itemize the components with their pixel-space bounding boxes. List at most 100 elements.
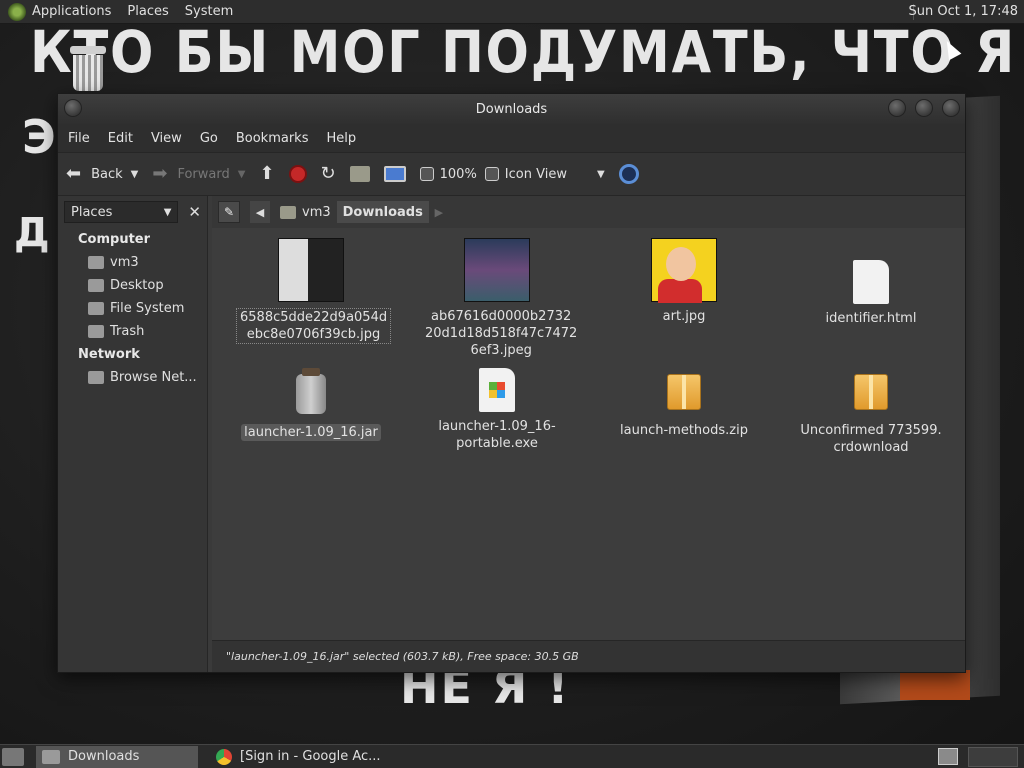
file-item[interactable]: art.jpg [609,238,759,325]
stop-button[interactable] [288,165,307,183]
computer-button[interactable] [383,166,406,182]
distro-logo-icon[interactable] [8,2,26,21]
file-name: Unconfirmed 773599. crdownload [800,423,942,455]
chevron-down-icon: ▼ [163,206,172,218]
content-area: Places ▼ ✕ Computer vm3 Desktop File Sys… [58,196,965,672]
sidebar-item-vm3[interactable]: vm3 [58,251,207,274]
file-name: ab67616d0000b2732 20d1d18d518f47c7472 6e… [425,309,578,358]
exe-icon [479,368,515,412]
panel-menu-places[interactable]: Places [127,4,168,19]
back-arrow-icon: ⬅ [66,163,82,184]
sidebar-item-label: Browse Net... [110,370,197,385]
computer-icon [383,166,406,182]
maximize-button[interactable] [915,99,933,117]
sidebar-places-select[interactable]: Places ▼ [64,201,179,223]
forward-button[interactable]: ➡ Forward ▼ [152,165,245,183]
zoom-out-icon[interactable] [419,167,434,181]
file-item[interactable]: launch-methods.zip [609,374,759,439]
minimize-button[interactable] [888,99,906,117]
trash-icon [88,325,104,338]
forward-history-dropdown-icon[interactable]: ▼ [238,169,246,180]
path-bar: ✎ ◀ vm3 Downloads ▶ [212,196,965,228]
file-item[interactable]: 6588c5dde22d9a054d ebc8e0706f39cb.jpg [236,238,392,344]
sidebar-item-label: vm3 [110,255,139,270]
breadcrumb-vm3[interactable]: vm3 [274,201,337,223]
file-item[interactable]: launcher-1.09_16- portable.exe [422,368,572,452]
chalkboard-corner [900,670,970,700]
taskbar-item-label: Downloads [68,749,140,764]
main-pane: ✎ ◀ vm3 Downloads ▶ 6588c5dde22d9a054d e… [212,196,965,672]
tray-folder-icon[interactable] [938,748,958,765]
sidebar-close-icon[interactable]: ✕ [188,203,201,221]
home-folder-icon [280,205,296,219]
sidebar-item-browse-network[interactable]: Browse Net... [58,366,207,389]
home-folder-icon [88,256,104,269]
sidebar-item-label: Trash [110,324,145,339]
file-name: identifier.html [825,311,917,326]
taskbar-item-chrome[interactable]: [Sign in - Google Ac... [210,746,387,768]
panel-clock[interactable]: Sun Oct 1, 17:48 [909,4,1018,19]
image-thumbnail [278,238,344,302]
menu-bookmarks[interactable]: Bookmarks [236,131,309,146]
path-scroll-left-icon[interactable]: ◀ [250,201,270,223]
panel-menu-applications[interactable]: Applications [32,4,111,19]
desktop-folder-icon [88,279,104,292]
file-item[interactable]: identifier.html [796,238,946,327]
toolbar: ⬅ Back ▼ ➡ Forward ▼ ⬆ ↻ 100% Icon View [58,152,965,196]
reload-icon: ↻ [320,163,336,184]
menu-edit[interactable]: Edit [108,131,133,146]
places-select-label: Places [71,204,113,220]
path-scroll-right-icon[interactable]: ▶ [429,201,449,223]
sidebar-item-desktop[interactable]: Desktop [58,274,207,297]
up-arrow-icon: ⬆ [259,163,275,184]
taskbar-item-downloads[interactable]: Downloads [36,745,198,768]
window-title: Downloads [475,102,548,117]
desktop-trash-icon[interactable] [68,46,108,92]
wallpaper-text-line3: Д [14,210,52,256]
bottom-taskbar: Downloads [Sign in - Google Ac... [0,744,1024,768]
wallpaper-text-line1: КТО БЫ МОГ ПОДУМАТЬ, ЧТО Я – [30,18,1024,86]
sidebar-item-label: File System [110,301,185,316]
menu-help[interactable]: Help [326,131,356,146]
breadcrumb-label: vm3 [302,204,331,220]
back-button[interactable]: ⬅ Back ▼ [66,165,138,183]
file-manager-window: Downloads File Edit View Go Bookmarks He… [57,93,966,673]
menu-go[interactable]: Go [200,131,218,146]
wallpaper-text-line2: Э [22,110,58,164]
file-name: launch-methods.zip [620,423,748,438]
forward-label: Forward [177,166,230,182]
show-desktop-icon[interactable] [2,747,24,766]
status-bar: "launcher-1.09_16.jar" selected (603.7 k… [212,640,965,672]
menu-file[interactable]: File [68,131,90,146]
location-edit-button[interactable]: ✎ [218,201,240,223]
menu-view[interactable]: View [151,131,182,146]
back-history-dropdown-icon[interactable]: ▼ [131,169,139,180]
view-mode-select[interactable]: Icon View [505,167,567,182]
sidebar-section-computer: Computer [78,232,151,247]
sidebar-item-file-system[interactable]: File System [58,297,207,320]
workspace-switcher[interactable] [968,747,1018,767]
breadcrumb-downloads[interactable]: Downloads [336,201,429,223]
window-titlebar[interactable]: Downloads [58,94,965,124]
sidebar-header: Places ▼ ✕ [58,196,207,228]
view-mode-dropdown-icon[interactable]: ▼ [597,169,605,180]
panel-menu-system[interactable]: System [185,4,233,19]
menubar: File Edit View Go Bookmarks Help [58,124,965,152]
file-item[interactable]: Unconfirmed 773599. crdownload [796,374,946,456]
close-button[interactable] [942,99,960,117]
file-name: 6588c5dde22d9a054d ebc8e0706f39cb.jpg [236,308,392,344]
reload-button[interactable]: ↻ [321,165,336,183]
network-icon [88,371,104,384]
jar-icon [296,368,326,414]
search-button[interactable] [618,164,639,184]
zoom-in-icon[interactable] [484,167,499,181]
drive-icon [88,302,104,315]
home-button[interactable] [349,166,370,182]
up-button[interactable]: ⬆ [259,165,274,183]
file-item[interactable]: launcher-1.09_16.jar [236,368,386,441]
sidebar-item-trash[interactable]: Trash [58,320,207,343]
file-item[interactable]: ab67616d0000b2732 20d1d18d518f47c7472 6e… [422,238,577,359]
sidebar-item-label: Desktop [110,278,164,293]
zoom-control[interactable]: 100% Icon View ▼ [419,167,605,182]
html-document-icon [853,260,889,304]
